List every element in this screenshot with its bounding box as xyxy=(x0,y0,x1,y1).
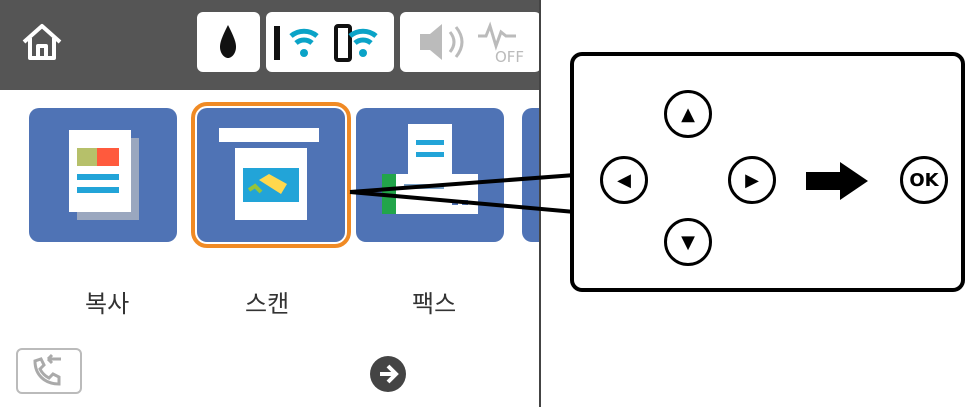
callout-connector xyxy=(349,173,576,214)
home-icon xyxy=(22,24,62,60)
up-arrow-icon: ▲ xyxy=(681,103,695,125)
right-arrow-icon: ▶ xyxy=(745,169,759,191)
copy-tile[interactable] xyxy=(29,108,177,242)
up-button[interactable]: ▲ xyxy=(664,90,712,138)
status-bar: OFF xyxy=(0,0,539,90)
power-saving-off-label: OFF xyxy=(495,48,524,66)
fax-label: 팩스 xyxy=(412,290,457,318)
network-status-button[interactable] xyxy=(266,12,394,72)
ink-status-button[interactable] xyxy=(197,12,260,72)
copy-icon xyxy=(69,130,139,220)
fax-history-icon xyxy=(33,353,61,386)
then-arrow-icon xyxy=(806,162,868,200)
sound-and-power-icons: OFF xyxy=(420,21,524,66)
left-button[interactable]: ◀ xyxy=(600,156,648,204)
fax-history-button[interactable] xyxy=(16,348,82,394)
ink-drop-icon xyxy=(220,25,236,58)
down-arrow-icon: ▼ xyxy=(681,231,695,253)
ok-button[interactable]: OK xyxy=(900,156,948,204)
right-button[interactable]: ▶ xyxy=(728,156,776,204)
down-button[interactable]: ▼ xyxy=(664,218,712,266)
left-arrow-icon: ◀ xyxy=(617,169,631,191)
next-arrow-icon xyxy=(370,356,406,392)
next-button[interactable] xyxy=(368,354,408,394)
scan-tile[interactable] xyxy=(191,102,351,248)
scan-icon xyxy=(219,128,319,220)
wifi-and-direct-icons xyxy=(274,24,378,62)
scan-label: 스캔 xyxy=(245,290,290,318)
home-button[interactable] xyxy=(20,22,64,66)
sound-and-power-status[interactable]: OFF xyxy=(400,12,539,72)
copy-label: 복사 xyxy=(85,290,130,318)
button-callout: ▲ ◀ ▶ ▼ OK xyxy=(570,52,965,292)
